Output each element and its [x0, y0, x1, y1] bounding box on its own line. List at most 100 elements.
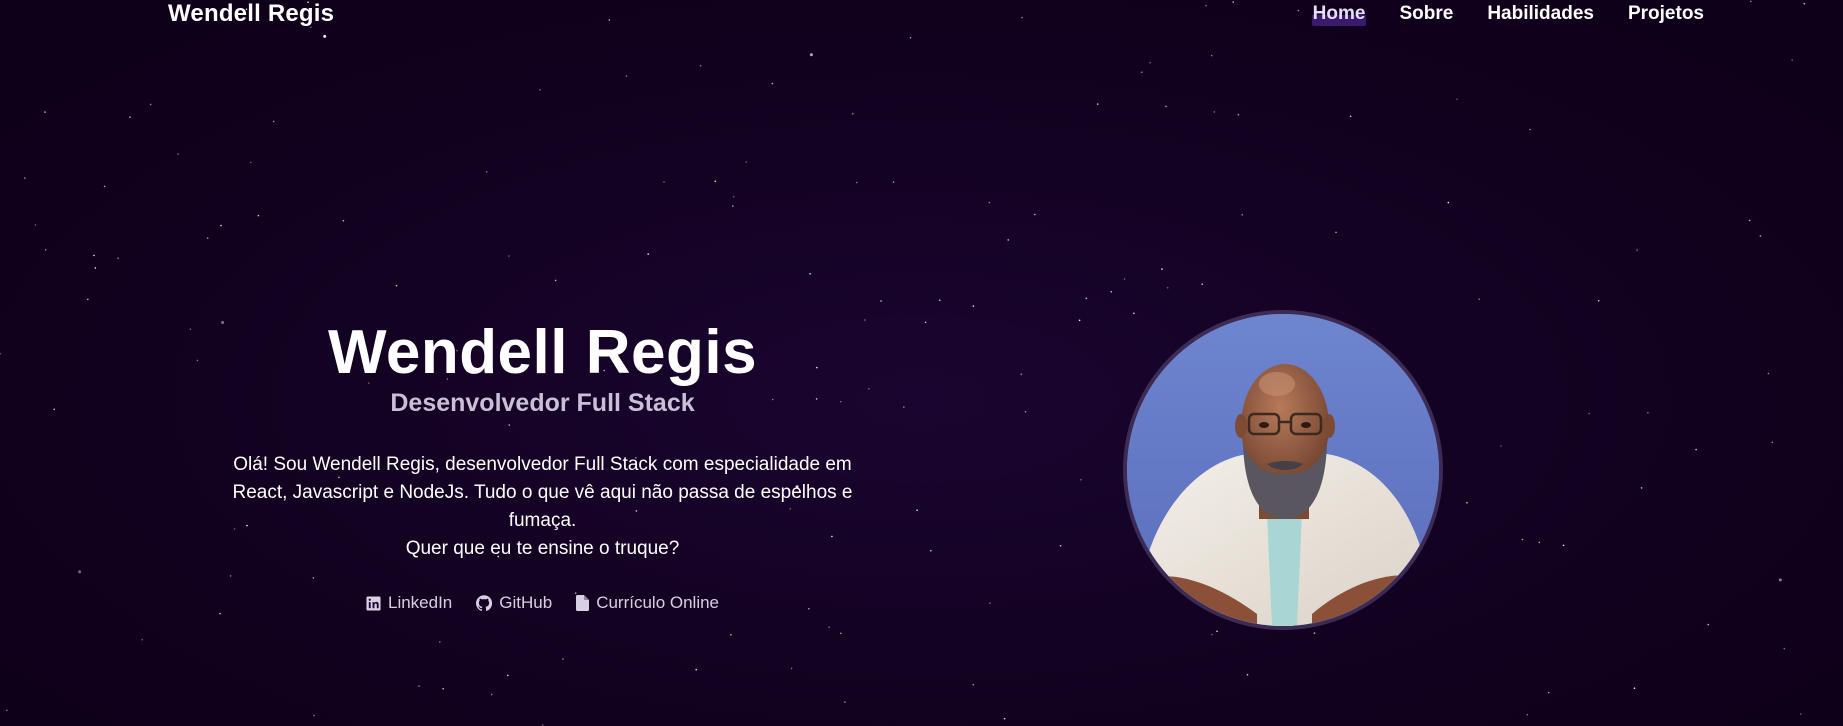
star — [129, 116, 131, 118]
star — [1149, 61, 1151, 64]
top-navbar: Wendell Regis Home Sobre Habilidades Pro… — [0, 0, 1843, 30]
star — [508, 255, 510, 257]
linkedin-icon — [366, 595, 381, 611]
star — [141, 638, 143, 641]
star — [94, 267, 97, 269]
hero-description: Olá! Sou Wendell Regis, desenvolvedor Fu… — [200, 451, 885, 563]
star — [1447, 201, 1450, 204]
star — [938, 299, 941, 302]
star — [442, 688, 445, 690]
star — [272, 120, 275, 123]
avatar — [1123, 310, 1443, 630]
star — [1791, 59, 1793, 61]
star — [219, 612, 221, 615]
star — [1166, 287, 1169, 289]
star — [771, 82, 774, 85]
star — [34, 224, 37, 226]
star — [93, 254, 95, 257]
star — [1096, 103, 1099, 105]
star — [87, 298, 89, 301]
brand-logo[interactable]: Wendell Regis — [168, 0, 334, 28]
star — [1767, 372, 1770, 375]
linkedin-label: LinkedIn — [387, 593, 453, 612]
star — [1526, 713, 1529, 716]
star — [562, 658, 564, 660]
star — [1778, 578, 1782, 582]
github-link[interactable]: GitHub — [476, 593, 552, 613]
star — [699, 64, 702, 67]
hero-section: Wendell Regis Desenvolvedor Full Stack O… — [200, 318, 885, 613]
star — [732, 205, 734, 207]
star — [1123, 278, 1126, 280]
star — [6, 709, 8, 712]
star — [490, 693, 493, 696]
star — [1133, 312, 1135, 315]
star — [695, 668, 697, 671]
page: Wendell Regis Home Sobre Habilidades Pro… — [0, 0, 1843, 726]
star — [1335, 231, 1337, 234]
star — [1213, 111, 1216, 113]
star — [554, 279, 557, 282]
star — [0, 352, 2, 355]
github-label: GitHub — [499, 593, 553, 612]
star — [1080, 479, 1082, 481]
nav-item-home[interactable]: Home — [1311, 2, 1367, 26]
star — [1216, 630, 1218, 633]
star — [892, 181, 895, 183]
star — [1201, 283, 1203, 286]
star — [1562, 544, 1565, 547]
star — [1020, 373, 1023, 376]
star — [1799, 713, 1802, 715]
resume-link[interactable]: Currículo Online — [576, 593, 719, 613]
star — [507, 674, 509, 677]
star — [924, 321, 927, 324]
star — [903, 406, 905, 408]
star — [1085, 297, 1088, 300]
social-links: LinkedIn GitHub Currículo Online — [200, 593, 885, 613]
star — [1456, 98, 1458, 100]
star — [1538, 541, 1541, 544]
star — [439, 641, 441, 643]
linkedin-link[interactable]: LinkedIn — [366, 593, 452, 613]
star — [539, 89, 541, 91]
star — [189, 328, 192, 331]
star — [1695, 448, 1697, 451]
star — [1633, 687, 1636, 689]
star — [1034, 213, 1036, 216]
star — [1210, 54, 1213, 57]
star — [840, 632, 842, 635]
star — [1059, 545, 1062, 547]
star — [930, 549, 932, 552]
star — [972, 305, 975, 307]
star — [206, 237, 209, 239]
star — [809, 53, 813, 57]
star — [1640, 487, 1643, 489]
star — [24, 177, 26, 179]
star — [1529, 128, 1531, 131]
hero-description-text: Olá! Sou Wendell Regis, desenvolvedor Fu… — [232, 454, 853, 531]
resume-label: Currículo Online — [596, 593, 720, 612]
star — [1165, 105, 1167, 108]
star — [1078, 319, 1081, 322]
star — [1237, 113, 1240, 116]
star — [1141, 71, 1143, 73]
star — [1110, 290, 1113, 293]
star — [1500, 445, 1502, 447]
star — [1547, 691, 1550, 694]
star — [1759, 235, 1762, 237]
star — [1349, 115, 1352, 118]
star — [1647, 411, 1649, 414]
star — [909, 37, 912, 39]
star — [745, 161, 747, 163]
star — [1007, 239, 1009, 241]
nav-item-projetos[interactable]: Projetos — [1627, 2, 1705, 26]
avatar-illustration — [1127, 314, 1439, 626]
star — [1313, 632, 1316, 634]
nav-item-sobre[interactable]: Sobre — [1398, 2, 1454, 26]
nav-item-habilidades[interactable]: Habilidades — [1486, 2, 1595, 26]
document-icon — [576, 595, 590, 611]
star — [625, 75, 628, 77]
star — [44, 249, 47, 251]
star — [249, 161, 252, 164]
star — [1211, 633, 1213, 636]
